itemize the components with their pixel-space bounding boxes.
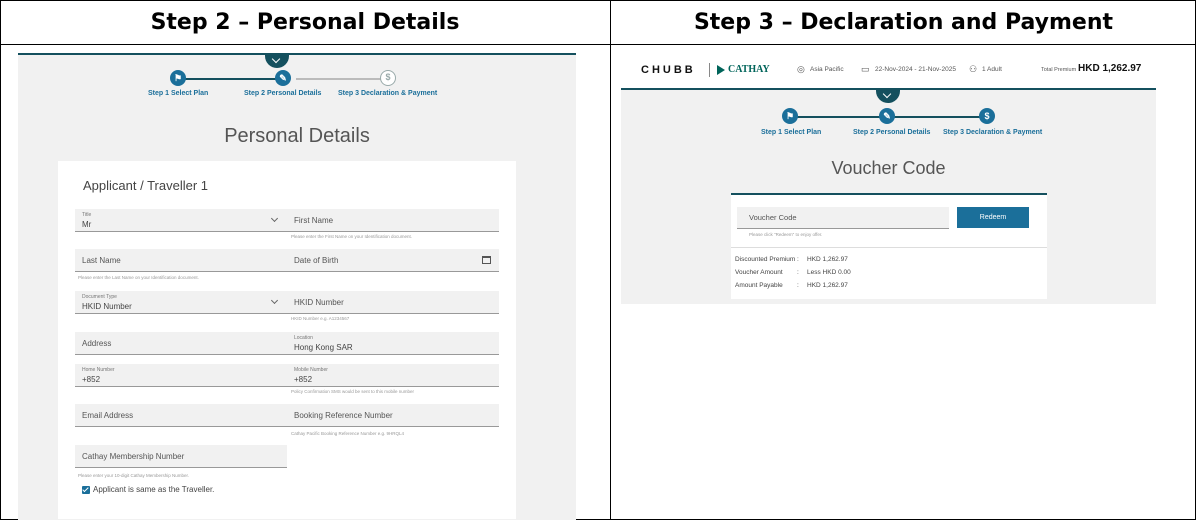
email-field[interactable]: Email Address [75, 404, 287, 427]
voucher-hint: Please click "Redeem" to enjoy offer. [749, 232, 823, 237]
mobile-number-value: +852 [294, 375, 313, 384]
step-2-label: Step 2 Personal Details [244, 90, 322, 97]
step-connector [894, 116, 989, 118]
step-connector [796, 116, 886, 118]
dollar-icon: $ [979, 108, 995, 124]
membership-hint: Please enter your 10-digit Cathay Member… [78, 473, 190, 478]
mobile-number-label: Mobile Number [294, 367, 328, 373]
first-name-hint: Please enter the First Name on your Iden… [291, 234, 413, 239]
summary-key: Voucher Amount [735, 269, 783, 276]
flag-icon: ⚑ [170, 70, 186, 86]
last-name-field[interactable]: Last Name [75, 249, 287, 272]
applicant-card: Applicant / Traveller 1 Title Mr First N… [58, 161, 516, 519]
summary-row-payable: Amount Payable: HKD 1,262.97 [735, 282, 848, 289]
personal-details-screenshot: ⚑ ✎ $ Step 1 Select Plan Step 2 Personal… [18, 53, 576, 520]
doc-type-label: Document Type [82, 294, 117, 300]
same-as-traveller-checkbox[interactable] [82, 486, 90, 494]
chevron-down-icon[interactable] [876, 89, 900, 103]
divider [731, 247, 1047, 248]
document-type-select[interactable]: Document Type HKID Number [75, 291, 287, 314]
title-select[interactable]: Title Mr [75, 209, 287, 232]
redeem-button[interactable]: Redeem [957, 207, 1029, 228]
doc-type-value: HKID Number [82, 302, 132, 311]
page-title: Voucher Code [831, 158, 946, 178]
people-icon: ⚇ [969, 64, 978, 74]
table-header-row: Step 2 – Personal Details Step 3 – Decla… [0, 0, 1196, 45]
step-3-label: Step 3 Declaration & Payment [943, 129, 1043, 136]
dob-label: Date of Birth [294, 256, 339, 265]
region-text: Asia Pacific [810, 66, 844, 73]
location-label: Location [294, 335, 313, 341]
flag-icon: ⚑ [782, 108, 798, 124]
card-heading: Applicant / Traveller 1 [83, 178, 209, 193]
chevron-down-icon[interactable] [265, 54, 289, 68]
home-number-value: +852 [82, 375, 101, 384]
chubb-logo: CHUBB [641, 64, 696, 76]
mobile-hint: Policy Confirmation SMS would be sent to… [291, 389, 415, 394]
cathay-logo-icon [717, 65, 725, 75]
membership-number-label: Cathay Membership Number [82, 452, 185, 461]
total-premium-value: HKD 1,262.97 [1078, 63, 1142, 74]
right-column-header: Step 3 – Declaration and Payment [693, 10, 1114, 35]
hkid-label: HKID Number [294, 298, 344, 307]
dob-field[interactable]: Date of Birth [287, 249, 499, 272]
step-3-label: Step 3 Declaration & Payment [338, 90, 438, 97]
logo-separator [709, 63, 710, 77]
summary-key: Discounted Premium [735, 256, 796, 263]
globe-icon: ◎ [797, 64, 805, 74]
title-label: Title [82, 212, 92, 218]
membership-number-field[interactable]: Cathay Membership Number [75, 445, 287, 468]
email-label: Email Address [82, 411, 134, 420]
booking-reference-field[interactable]: Booking Reference Number [287, 404, 499, 427]
summary-value: HKD 1,262.97 [807, 256, 848, 263]
step-1-label: Step 1 Select Plan [148, 90, 209, 97]
hkid-hint: HKID Number e.g. A1234567 [291, 316, 350, 321]
calendar-icon[interactable] [482, 256, 491, 264]
step-connector [296, 78, 388, 80]
title-value: Mr [82, 220, 92, 229]
home-number-field[interactable]: Home Number +852 [75, 364, 287, 387]
first-name-label: First Name [294, 216, 334, 225]
location-field[interactable]: Location Hong Kong SAR [287, 332, 499, 355]
date-range-text: 22-Nov-2024 - 21-Nov-2025 [875, 66, 956, 73]
chevron-down-icon [270, 296, 279, 305]
first-name-field[interactable]: First Name [287, 209, 499, 232]
location-value: Hong Kong SAR [294, 343, 353, 352]
page-title: Personal Details [224, 125, 370, 147]
summary-value: Less HKD 0.00 [807, 269, 851, 276]
step-1-label: Step 1 Select Plan [761, 129, 822, 136]
declaration-payment-screenshot: CHUBB CATHAY ◎ Asia Pacific ▭ 22-Nov-202… [621, 54, 1156, 304]
booking-reference-hint: Cathay Pacific Booking Reference Number … [291, 431, 405, 436]
step-connector [182, 78, 284, 80]
hkid-field[interactable]: HKID Number [287, 291, 499, 314]
summary-key: Amount Payable [735, 282, 783, 289]
calendar-icon: ▭ [861, 64, 870, 74]
progress-top-line [18, 53, 576, 55]
mobile-number-field[interactable]: Mobile Number +852 [287, 364, 499, 387]
voucher-code-input[interactable]: Voucher Code [737, 207, 949, 229]
traveller-count-text: 1 Adult [982, 66, 1002, 73]
voucher-code-placeholder: Voucher Code [749, 213, 797, 222]
edit-icon: ✎ [879, 108, 895, 124]
summary-value: HKD 1,262.97 [807, 282, 848, 289]
dollar-icon: $ [380, 70, 396, 86]
left-column-header: Step 2 – Personal Details [150, 10, 460, 35]
last-name-label: Last Name [82, 256, 121, 265]
total-premium-label: Total Premium [1041, 67, 1077, 73]
step-2-label: Step 2 Personal Details [853, 129, 931, 136]
cathay-logo: CATHAY [728, 64, 770, 75]
home-number-label: Home Number [82, 367, 115, 373]
address-label: Address [82, 339, 112, 348]
chevron-down-icon [270, 214, 279, 223]
column-divider [610, 0, 611, 520]
edit-icon: ✎ [275, 70, 291, 86]
address-field[interactable]: Address [75, 332, 287, 355]
summary-row-discounted: Discounted Premium: HKD 1,262.97 [735, 256, 848, 263]
last-name-hint: Please enter the Last Name on your Ident… [78, 275, 199, 280]
same-as-traveller-label: Applicant is same as the Traveller. [93, 485, 215, 494]
summary-row-voucher: Voucher Amount: Less HKD 0.00 [735, 269, 851, 276]
top-bar: CHUBB CATHAY ◎ Asia Pacific ▭ 22-Nov-202… [621, 54, 1156, 88]
booking-reference-label: Booking Reference Number [294, 411, 393, 420]
voucher-card: Voucher Code Please click "Redeem" to en… [731, 193, 1047, 299]
